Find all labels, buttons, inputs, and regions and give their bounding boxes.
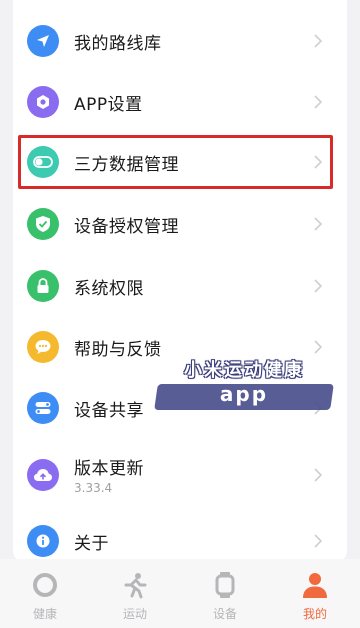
chevron-right-icon <box>314 468 323 482</box>
chevron-right-icon <box>314 95 323 109</box>
tab-me[interactable]: 我的 <box>285 571 345 621</box>
tab-label: 运动 <box>122 607 147 621</box>
info-icon <box>27 525 59 557</box>
menu-item-label: 关于 <box>74 533 109 554</box>
menu-item-app-settings[interactable]: APP设置 <box>13 71 347 133</box>
menu-item-label: 系统权限 <box>74 278 144 299</box>
menu-item-label: 我的路线库 <box>74 33 162 54</box>
menu-item-label: 设备共享 <box>74 400 144 421</box>
watermark-subtitle: app <box>219 382 269 406</box>
menu-item-device-authorization[interactable]: 设备授权管理 <box>13 193 347 255</box>
watermark: 小米运动健康 app <box>150 356 338 414</box>
tab-exercise[interactable]: 运动 <box>105 571 165 621</box>
lock-icon <box>27 270 59 302</box>
chevron-right-icon <box>314 534 323 548</box>
menu-item-label: 版本更新 <box>74 459 144 479</box>
menu-item-label: 帮助与反馈 <box>74 339 162 360</box>
navigation-arrow-icon <box>27 25 59 57</box>
menu-item-route-library[interactable]: 我的路线库 <box>13 10 347 72</box>
menu-item-version-update[interactable]: 版本更新 3.33.4 <box>13 442 347 508</box>
watermark-title: 小米运动健康 <box>184 360 304 381</box>
chevron-right-icon <box>314 279 323 293</box>
running-person-icon <box>124 573 147 599</box>
bottom-tab-bar: 健康 运动 设备 我的 <box>0 559 360 628</box>
tab-label: 我的 <box>302 607 327 621</box>
tab-label: 健康 <box>32 607 57 621</box>
chevron-right-icon <box>314 34 323 48</box>
shield-check-icon <box>27 208 59 240</box>
highlight-box <box>18 135 333 189</box>
tab-device[interactable]: 设备 <box>195 571 255 621</box>
watch-icon <box>215 572 235 598</box>
chat-bubble-icon <box>27 331 59 363</box>
menu-item-system-permissions[interactable]: 系统权限 <box>13 255 347 317</box>
share-toggle-icon <box>27 392 59 424</box>
health-ring-icon <box>33 573 57 597</box>
cloud-upload-icon <box>27 459 59 491</box>
chevron-right-icon <box>314 217 323 231</box>
menu-item-label: APP设置 <box>74 94 143 115</box>
person-icon <box>303 573 327 598</box>
chevron-right-icon <box>314 340 323 354</box>
tab-health[interactable]: 健康 <box>15 571 75 621</box>
gear-icon <box>27 86 59 118</box>
tab-label: 设备 <box>212 607 237 621</box>
screen: 我的路线库 APP设置 三方数据管理 设备授权管理 系统权限 帮助与反馈 设备共… <box>0 0 360 628</box>
menu-item-label: 设备授权管理 <box>74 216 179 237</box>
version-number: 3.33.4 <box>74 481 113 495</box>
